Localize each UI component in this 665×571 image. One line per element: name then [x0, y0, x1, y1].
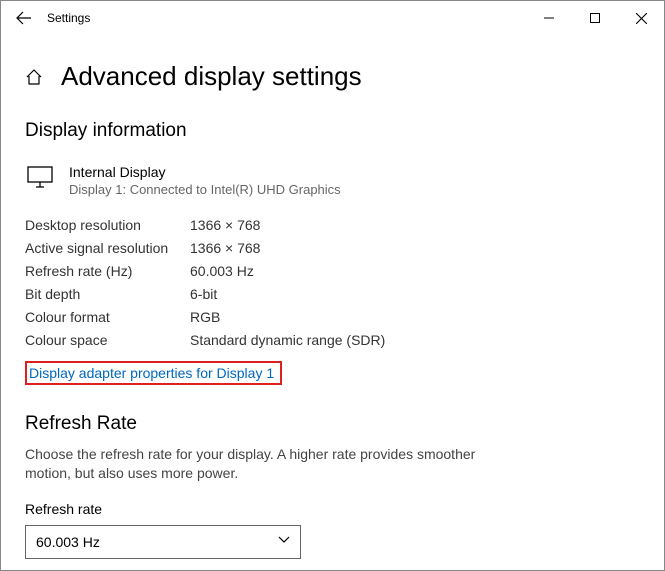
display-info-heading: Display information	[25, 120, 640, 142]
label-desktop-resolution: Desktop resolution	[25, 217, 190, 233]
row-colour-format: Colour format RGB	[25, 309, 640, 325]
display-name: Internal Display	[69, 164, 341, 180]
value-active-signal-resolution: 1366 × 768	[190, 240, 260, 256]
label-colour-space: Colour space	[25, 332, 190, 348]
minimize-button[interactable]	[526, 1, 572, 35]
row-bit-depth: Bit depth 6-bit	[25, 286, 640, 302]
refresh-rate-selected: 60.003 Hz	[36, 534, 100, 550]
back-button[interactable]	[9, 10, 39, 26]
chevron-down-icon	[278, 536, 290, 547]
refresh-rate-heading: Refresh Rate	[25, 413, 640, 435]
label-active-signal-resolution: Active signal resolution	[25, 240, 190, 256]
home-button[interactable]	[25, 68, 43, 86]
label-colour-format: Colour format	[25, 309, 190, 325]
value-refresh-rate-hz: 60.003 Hz	[190, 263, 254, 279]
display-info-grid: Desktop resolution 1366 × 768 Active sig…	[25, 217, 640, 348]
adapter-properties-link[interactable]: Display adapter properties for Display 1	[25, 361, 282, 385]
monitor-icon	[25, 164, 55, 197]
row-refresh-rate-hz: Refresh rate (Hz) 60.003 Hz	[25, 263, 640, 279]
row-desktop-resolution: Desktop resolution 1366 × 768	[25, 217, 640, 233]
row-colour-space: Colour space Standard dynamic range (SDR…	[25, 332, 640, 348]
home-icon	[25, 68, 43, 86]
arrow-left-icon	[16, 10, 32, 26]
close-button[interactable]	[618, 1, 664, 35]
value-desktop-resolution: 1366 × 768	[190, 217, 260, 233]
page-header: Advanced display settings	[25, 61, 640, 92]
label-refresh-rate-hz: Refresh rate (Hz)	[25, 263, 190, 279]
close-icon	[636, 13, 647, 24]
refresh-rate-description: Choose the refresh rate for your display…	[25, 445, 505, 483]
titlebar: Settings	[1, 1, 664, 35]
value-bit-depth: 6-bit	[190, 286, 217, 302]
value-colour-format: RGB	[190, 309, 220, 325]
window-title: Settings	[39, 11, 526, 25]
maximize-button[interactable]	[572, 1, 618, 35]
page-title: Advanced display settings	[61, 61, 362, 92]
label-bit-depth: Bit depth	[25, 286, 190, 302]
value-colour-space: Standard dynamic range (SDR)	[190, 332, 385, 348]
maximize-icon	[590, 13, 600, 23]
minimize-icon	[544, 13, 554, 23]
window-controls	[526, 1, 664, 35]
display-connection: Display 1: Connected to Intel(R) UHD Gra…	[69, 182, 341, 197]
display-summary: Internal Display Display 1: Connected to…	[25, 164, 640, 197]
content: Advanced display settings Display inform…	[1, 35, 664, 559]
refresh-rate-dropdown[interactable]: 60.003 Hz	[25, 525, 301, 559]
row-active-signal-resolution: Active signal resolution 1366 × 768	[25, 240, 640, 256]
display-summary-text: Internal Display Display 1: Connected to…	[69, 164, 341, 197]
refresh-rate-field-label: Refresh rate	[25, 501, 640, 517]
